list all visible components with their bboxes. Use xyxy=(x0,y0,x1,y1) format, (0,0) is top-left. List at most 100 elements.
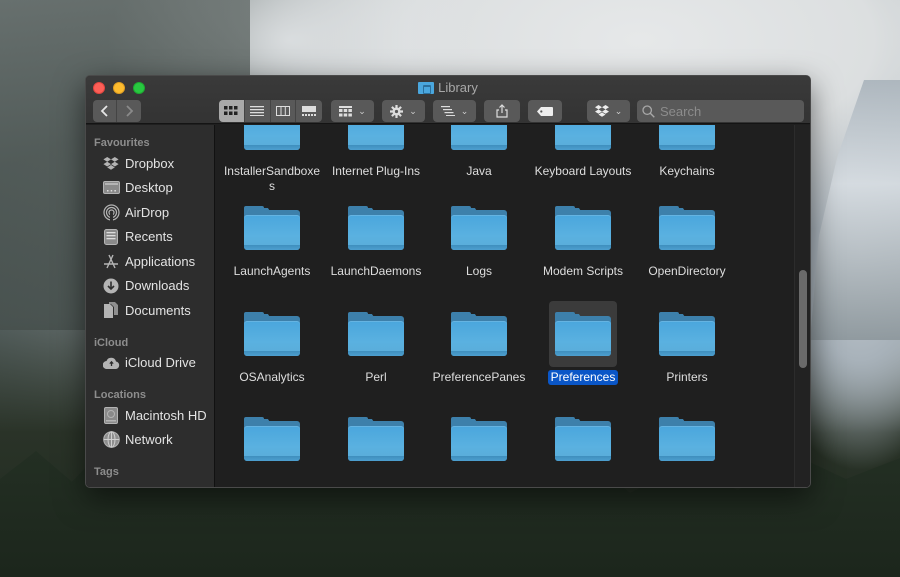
folder-icon-wrapper xyxy=(238,195,306,261)
list-view-button[interactable] xyxy=(245,100,271,122)
folder-item[interactable]: OpenDirectory xyxy=(635,195,739,279)
dropbox-icon xyxy=(594,105,609,117)
folder-item[interactable] xyxy=(324,406,428,472)
folder-icon-wrapper xyxy=(238,125,306,161)
tags-control[interactable] xyxy=(528,100,562,122)
file-browser: InstallerSandboxes Internet Plug-Ins Java K… xyxy=(216,125,810,487)
sidebar-item-downloads[interactable]: Downloads xyxy=(86,274,214,299)
folder-label: OSAnalytics xyxy=(239,370,305,384)
folder-item[interactable]: PreferencePanes xyxy=(427,301,531,385)
sidebar-item-airdrop[interactable]: AirDrop xyxy=(86,200,214,225)
folder-icon xyxy=(348,417,404,461)
folder-icon xyxy=(244,417,300,461)
airdrop-icon xyxy=(102,204,120,221)
folder-icon-wrapper xyxy=(342,406,410,472)
action-control[interactable]: ⌄ xyxy=(382,100,425,122)
folder-item[interactable]: Internet Plug-Ins xyxy=(324,125,428,179)
share-icon xyxy=(496,104,508,118)
share-button[interactable] xyxy=(484,100,520,122)
sidebar-item-macintosh-hd[interactable]: Macintosh HD xyxy=(86,403,214,428)
sidebar-section-favourites: Favourites xyxy=(94,137,150,149)
sidebar-item-recents[interactable]: Recents xyxy=(86,225,214,250)
sidebar-item-desktop[interactable]: Desktop xyxy=(86,176,214,201)
group-by-button[interactable]: ⌄ xyxy=(331,100,374,122)
vertical-scrollbar[interactable] xyxy=(794,125,810,487)
folder-icon xyxy=(555,206,611,250)
folder-item[interactable]: Keychains xyxy=(635,125,739,179)
folder-icon xyxy=(244,206,300,250)
folder-icon-wrapper xyxy=(445,406,513,472)
sidebar-item-icloud-drive[interactable]: iCloud Drive xyxy=(86,351,214,376)
folder-label: Keychains xyxy=(659,164,715,178)
share-control[interactable] xyxy=(484,100,520,122)
sidebar-item-label: AirDrop xyxy=(125,204,170,220)
group-icon xyxy=(339,105,353,116)
sidebar: Favourites Dropbox Desktop AirDrop Recen… xyxy=(86,125,215,487)
folder-item[interactable]: Java xyxy=(427,125,531,179)
sort-control[interactable]: ⌄ xyxy=(433,100,476,122)
back-button[interactable] xyxy=(93,100,117,122)
chevron-left-icon xyxy=(100,105,108,117)
folder-item[interactable]: Printers xyxy=(635,301,739,385)
folder-item[interactable] xyxy=(220,406,324,472)
folder-label: Keyboard Layouts xyxy=(534,164,632,178)
folder-icon xyxy=(659,312,715,356)
folder-item[interactable]: Preferences xyxy=(531,301,635,385)
folder-item[interactable]: LaunchAgents xyxy=(220,195,324,279)
folder-item[interactable]: InstallerSandboxes xyxy=(220,125,324,194)
dropbox-button[interactable]: ⌄ xyxy=(587,100,630,122)
action-button[interactable]: ⌄ xyxy=(382,100,425,122)
recents-icon xyxy=(102,228,120,245)
folder-icon xyxy=(555,125,611,150)
sidebar-section-locations: Locations xyxy=(94,389,146,401)
folder-item[interactable]: Keyboard Layouts xyxy=(531,125,635,179)
folder-item[interactable] xyxy=(531,406,635,472)
folder-item[interactable]: Perl xyxy=(324,301,428,385)
wallpaper-mountain xyxy=(810,80,900,340)
folder-item[interactable]: OSAnalytics xyxy=(220,301,324,385)
folder-item[interactable]: Logs xyxy=(427,195,531,279)
sidebar-item-documents[interactable]: Documents xyxy=(86,298,214,323)
desktop-icon xyxy=(102,180,120,196)
library-folder-icon xyxy=(418,81,435,94)
folder-icon xyxy=(451,312,507,356)
sidebar-section-icloud: iCloud xyxy=(94,336,129,349)
folder-item[interactable]: LaunchDaemons xyxy=(324,195,428,279)
folder-icon xyxy=(555,312,611,356)
sidebar-section-tags: Tags xyxy=(94,466,119,478)
sidebar-item-label: Recents xyxy=(125,229,173,245)
scrollbar-thumb[interactable] xyxy=(799,270,807,368)
folder-icon-wrapper xyxy=(653,125,721,161)
sidebar-item-label: Dropbox xyxy=(125,155,175,171)
forward-button[interactable] xyxy=(117,100,141,122)
folder-label: OpenDirectory xyxy=(648,264,726,278)
chevron-down-icon: ⌄ xyxy=(460,105,469,116)
dropbox-control[interactable]: ⌄ xyxy=(587,100,630,122)
gallery-view-button[interactable] xyxy=(296,100,322,122)
folder-label: Printers xyxy=(666,370,708,384)
icloud-icon xyxy=(102,355,120,371)
folder-item[interactable] xyxy=(427,406,531,472)
group-by-control[interactable]: ⌄ xyxy=(331,100,374,122)
folder-icon xyxy=(244,125,300,150)
dropbox-icon xyxy=(102,155,120,171)
folder-icon-wrapper xyxy=(342,195,410,261)
navigation-buttons xyxy=(93,100,141,122)
downloads-icon xyxy=(102,278,120,294)
folder-icon xyxy=(659,206,715,250)
folder-icon xyxy=(555,417,611,461)
folder-item[interactable] xyxy=(635,406,739,472)
chevron-down-icon: ⌄ xyxy=(614,105,623,116)
folder-icon-wrapper xyxy=(342,125,410,161)
column-view-button[interactable] xyxy=(271,100,297,122)
search-input[interactable] xyxy=(660,103,800,119)
search-field[interactable] xyxy=(637,100,804,122)
folder-item[interactable]: Modem Scripts xyxy=(531,195,635,279)
sort-button[interactable]: ⌄ xyxy=(433,100,476,122)
icon-view-button[interactable] xyxy=(219,100,245,122)
sidebar-item-dropbox[interactable]: Dropbox xyxy=(86,151,214,176)
folder-icon-wrapper xyxy=(238,301,306,367)
sidebar-item-applications[interactable]: Applications xyxy=(86,249,214,274)
tags-button[interactable] xyxy=(528,100,562,122)
sidebar-item-network[interactable]: Network xyxy=(86,428,214,453)
